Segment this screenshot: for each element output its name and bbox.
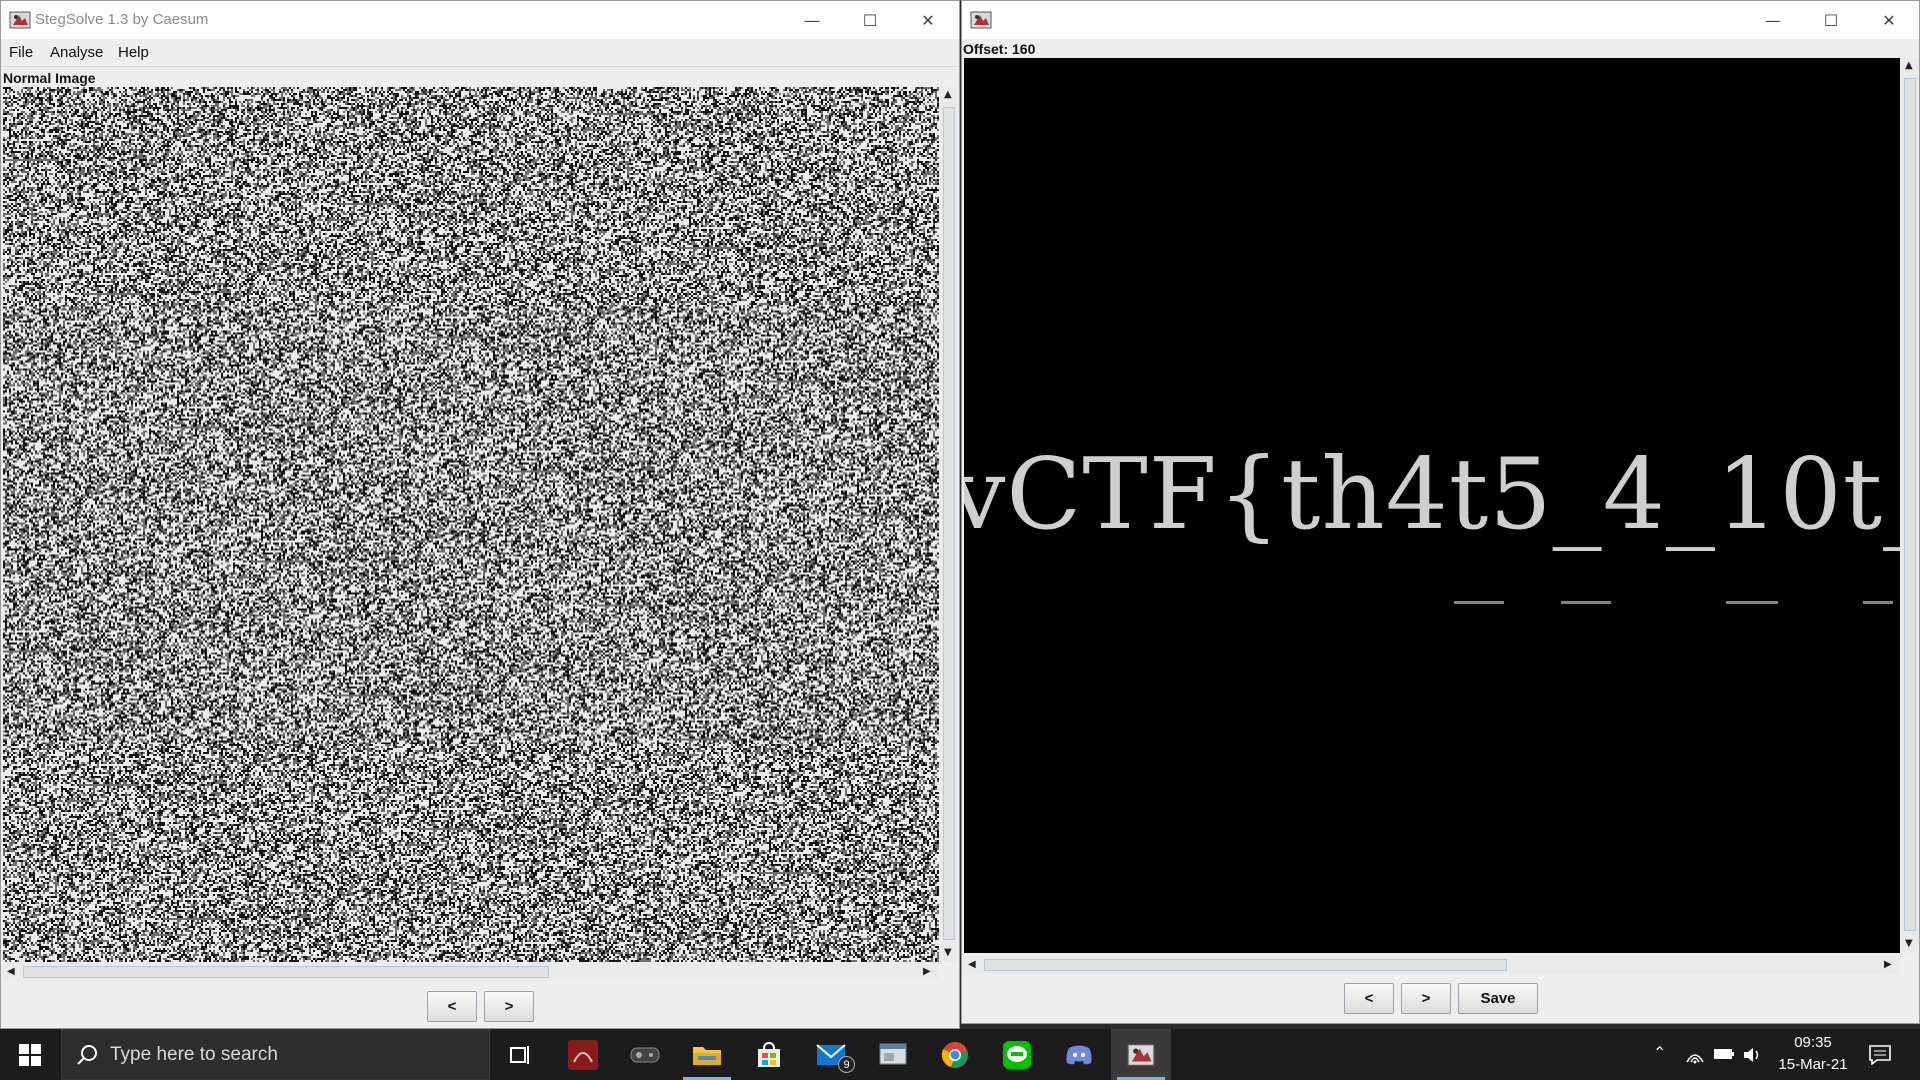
- scroll-up-arrow-icon[interactable]: ▲: [1905, 60, 1913, 71]
- taskbar: Type here to search 9 ⌃ 09:35 15-Mar-21: [0, 1029, 1920, 1080]
- stegsolve-window: StegSolve 1.3 by Caesum — ☐ ✕ File Analy…: [0, 0, 960, 1029]
- taskbar-app-store[interactable]: [739, 1029, 799, 1080]
- windows-logo-icon: [19, 1043, 41, 1066]
- clock-date[interactable]: 15-Mar-21: [1772, 1056, 1854, 1073]
- scroll-right-arrow-icon[interactable]: ▶: [923, 966, 931, 977]
- scroll-down-arrow-icon[interactable]: ▼: [1905, 938, 1913, 949]
- image-canvas: [3, 87, 939, 962]
- next-plane-button[interactable]: >: [484, 991, 534, 1022]
- previous-offset-button[interactable]: <: [1344, 983, 1394, 1014]
- discord-icon: [1066, 1045, 1092, 1064]
- hidden-flag-text: vCTF{th4t5_4_10t_0f_: [964, 438, 1900, 552]
- close-button[interactable]: ✕: [1860, 1, 1918, 39]
- previous-plane-button[interactable]: <: [427, 991, 477, 1022]
- save-button[interactable]: Save: [1458, 983, 1538, 1014]
- action-center-notification-icon[interactable]: [1869, 1045, 1891, 1065]
- java-app-icon: [9, 11, 31, 29]
- taskbar-app-games[interactable]: [615, 1029, 675, 1080]
- show-hidden-icons-chevron-icon[interactable]: ⌃: [1653, 1043, 1666, 1063]
- maximize-icon: ☐: [1823, 10, 1839, 30]
- window-title: StegSolve 1.3 by Caesum: [35, 11, 209, 28]
- mail-badge: 9: [838, 1056, 855, 1073]
- minimize-icon: —: [1765, 10, 1781, 30]
- underscore-mark: [1561, 601, 1611, 604]
- battery-icon[interactable]: [1713, 1048, 1735, 1060]
- view-mode-label: Normal Image: [3, 70, 96, 86]
- clock-time[interactable]: 09:35: [1782, 1034, 1844, 1051]
- chrome-icon: [941, 1041, 968, 1068]
- taskbar-app-mail[interactable]: 9: [801, 1029, 861, 1080]
- taskbar-app-chrome[interactable]: [925, 1029, 985, 1080]
- underscore-mark: [1863, 601, 1893, 604]
- taskbar-app-file-explorer[interactable]: [677, 1029, 737, 1080]
- title-bar[interactable]: StegSolve 1.3 by Caesum — ☐ ✕: [1, 1, 959, 39]
- search-placeholder: Type here to search: [110, 1044, 278, 1065]
- minimize-icon: —: [804, 10, 820, 30]
- line-icon: [1003, 1040, 1031, 1069]
- settings-window-icon: [879, 1043, 907, 1064]
- scroll-thumb[interactable]: [984, 959, 1507, 971]
- taskbar-app-red[interactable]: [553, 1029, 613, 1080]
- taskbar-app-control-panel[interactable]: [863, 1029, 923, 1080]
- scroll-right-arrow-icon[interactable]: ▶: [1884, 959, 1892, 970]
- java-app-icon: [970, 11, 992, 29]
- scroll-thumb[interactable]: [1904, 78, 1916, 931]
- scroll-left-arrow-icon[interactable]: ◀: [7, 966, 15, 977]
- store-bag-icon: [758, 1041, 780, 1067]
- task-view-button[interactable]: [490, 1029, 550, 1080]
- volume-icon[interactable]: [1742, 1046, 1762, 1064]
- underscore-mark: [1454, 601, 1504, 604]
- start-button[interactable]: [0, 1029, 60, 1080]
- scroll-down-arrow-icon[interactable]: ▼: [944, 947, 952, 958]
- minimize-button[interactable]: —: [783, 1, 841, 39]
- title-bar[interactable]: — ☐ ✕: [962, 1, 1919, 39]
- offset-label: Offset: 160: [963, 41, 1036, 57]
- maximize-button[interactable]: ☐: [841, 1, 899, 39]
- close-icon: ✕: [921, 10, 935, 30]
- folder-icon: [693, 1046, 721, 1065]
- taskbar-app-discord[interactable]: [1049, 1029, 1109, 1080]
- maximize-icon: ☐: [862, 10, 878, 30]
- red-app-icon: [568, 1039, 598, 1070]
- minimize-button[interactable]: —: [1744, 1, 1802, 39]
- wifi-icon[interactable]: [1685, 1046, 1705, 1064]
- close-icon: ✕: [1882, 10, 1896, 30]
- vertical-scrollbar[interactable]: ▲ ▼: [1901, 58, 1919, 953]
- extracted-image-view: vCTF{th4t5_4_10t_0f_: [964, 58, 1900, 953]
- taskbar-search-box[interactable]: Type here to search: [61, 1029, 490, 1080]
- scroll-up-arrow-icon[interactable]: ▲: [944, 89, 952, 100]
- menu-bar: File Analyse Help: [1, 39, 959, 67]
- search-icon: [77, 1045, 97, 1065]
- menu-file[interactable]: File: [9, 44, 33, 61]
- menu-help[interactable]: Help: [118, 44, 149, 61]
- close-button[interactable]: ✕: [899, 1, 957, 39]
- next-offset-button[interactable]: >: [1401, 983, 1451, 1014]
- horizontal-scrollbar[interactable]: ◀ ▶: [964, 956, 1900, 974]
- horizontal-scrollbar[interactable]: ◀ ▶: [3, 963, 939, 981]
- taskbar-app-line[interactable]: [987, 1029, 1047, 1080]
- taskbar-app-stegsolve[interactable]: [1111, 1029, 1171, 1080]
- scroll-thumb[interactable]: [943, 107, 955, 940]
- vertical-scrollbar[interactable]: ▲ ▼: [940, 87, 958, 962]
- scroll-thumb[interactable]: [23, 966, 549, 978]
- extract-viewer-window: — ☐ ✕ Offset: 160 vCTF{th4t5_4_10t_0f_ ▲…: [961, 0, 1920, 1024]
- java-app-icon: [1127, 1043, 1155, 1066]
- scroll-left-arrow-icon[interactable]: ◀: [968, 959, 976, 970]
- menu-analyse[interactable]: Analyse: [50, 44, 103, 61]
- game-controller-icon: [630, 1047, 660, 1062]
- maximize-button[interactable]: ☐: [1802, 1, 1860, 39]
- task-view-icon: [510, 1045, 529, 1064]
- underscore-mark: [1726, 601, 1778, 604]
